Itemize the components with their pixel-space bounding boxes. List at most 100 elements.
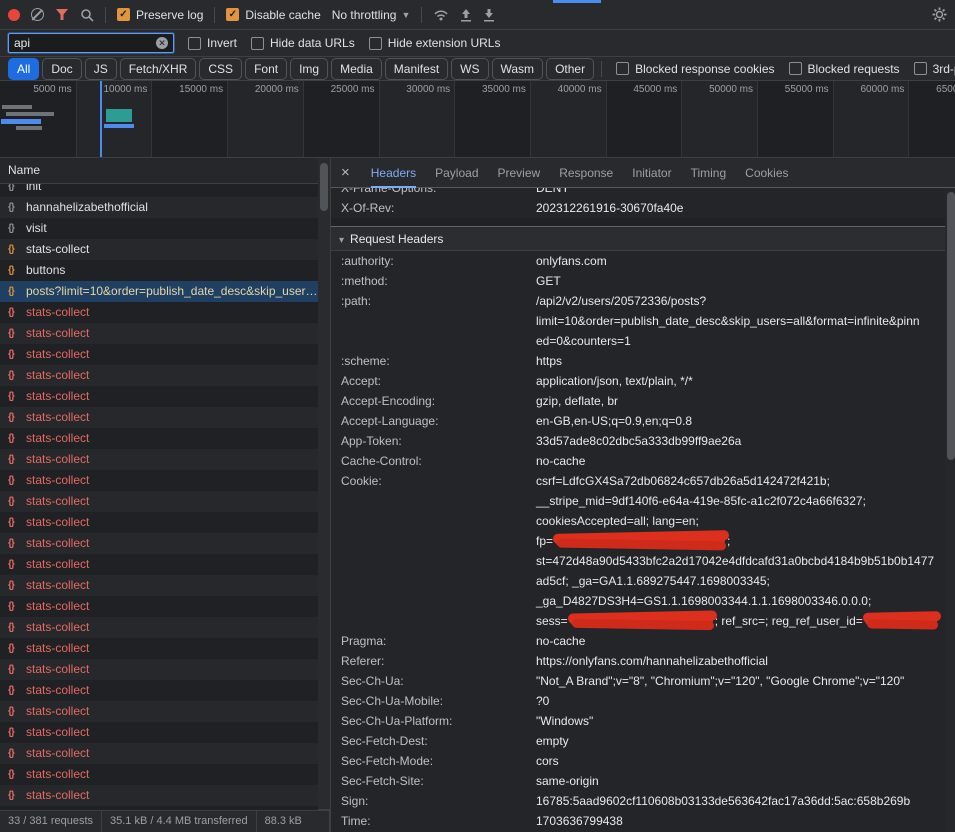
disable-cache-checkbox[interactable]: Disable cache	[226, 8, 320, 22]
clear-filter-icon[interactable]: ✕	[156, 37, 168, 49]
settings-gear-icon[interactable]	[932, 7, 947, 22]
header-name: Time:	[341, 811, 536, 831]
type-chip-font[interactable]: Font	[245, 58, 287, 80]
checkbox-blocked-response-cookies[interactable]: Blocked response cookies	[616, 62, 774, 76]
redacted-scribble	[555, 535, 725, 546]
detail-tab-preview[interactable]: Preview	[498, 158, 541, 188]
detail-tab-initiator[interactable]: Initiator	[632, 158, 671, 188]
request-row-stats-collect[interactable]: {}stats-collect	[0, 575, 318, 596]
request-row-stats-collect[interactable]: {}stats-collect	[0, 449, 318, 470]
timeline-tick-label: 35000 ms	[458, 84, 526, 95]
hide-extension-urls-checkbox[interactable]: Hide extension URLs	[369, 36, 501, 50]
header-value-text: fp=	[536, 534, 553, 548]
request-row-stats-collect[interactable]: {}stats-collect	[0, 323, 318, 344]
checkbox-3rd-party-requests[interactable]: 3rd-party requests	[914, 62, 955, 76]
script-file-icon: {}	[8, 554, 14, 575]
detail-tab-response[interactable]: Response	[559, 158, 613, 188]
request-row-stats-collect[interactable]: {}stats-collect	[0, 533, 318, 554]
throttling-select[interactable]: No throttling ▼	[332, 8, 411, 22]
hide-data-urls-checkbox[interactable]: Hide data URLs	[251, 36, 355, 50]
header-value: /api2/v2/users/20572336/posts?limit=10&o…	[536, 291, 945, 351]
request-row-buttons[interactable]: {}buttons	[0, 260, 318, 281]
request-row-stats-collect[interactable]: {}stats-collect	[0, 680, 318, 701]
type-chip-doc[interactable]: Doc	[42, 58, 81, 80]
request-row-stats-collect[interactable]: {}stats-collect	[0, 743, 318, 764]
toolbar-separator	[601, 61, 602, 77]
request-row-stats-collect[interactable]: {}stats-collect	[0, 470, 318, 491]
request-row-stats-collect[interactable]: {}stats-collect	[0, 407, 318, 428]
request-row-stats-collect[interactable]: {}stats-collect	[0, 764, 318, 785]
network-overview-timeline[interactable]: 5000 ms10000 ms15000 ms20000 ms25000 ms3…	[0, 81, 955, 158]
type-chip-manifest[interactable]: Manifest	[385, 58, 448, 80]
request-row-stats-collect[interactable]: {}stats-collect	[0, 428, 318, 449]
checkbox-unchecked-icon	[251, 37, 264, 50]
import-har-icon[interactable]	[460, 8, 472, 22]
type-chip-other[interactable]: Other	[546, 58, 594, 80]
request-row-stats-collect[interactable]: {}stats-collect	[0, 638, 318, 659]
request-row-stats-collect[interactable]: {}stats-collect	[0, 785, 318, 806]
type-chip-wasm[interactable]: Wasm	[492, 58, 544, 80]
header-value: same-origin	[536, 771, 945, 791]
scrollbar-thumb[interactable]	[320, 163, 328, 211]
export-har-icon[interactable]	[483, 8, 495, 22]
detail-tab-cookies[interactable]: Cookies	[745, 158, 788, 188]
detail-tab-timing[interactable]: Timing	[691, 158, 727, 188]
type-chip-all[interactable]: All	[8, 58, 39, 80]
header-value-text: __stripe_mid=9df140f6-e64a-419e-85fc-a1c…	[536, 494, 866, 508]
type-chip-ws[interactable]: WS	[451, 58, 488, 80]
request-row-init[interactable]: {}init	[0, 184, 318, 197]
request-name: stats-collect	[26, 683, 89, 697]
request-row-stats-collect[interactable]: {}stats-collect	[0, 302, 318, 323]
clear-network-log-button[interactable]	[31, 8, 44, 21]
header-name: :authority:	[341, 251, 536, 271]
checkbox-blocked-requests[interactable]: Blocked requests	[789, 62, 900, 76]
request-row-stats-collect[interactable]: {}stats-collect	[0, 365, 318, 386]
filter-input-value: api	[14, 36, 151, 50]
name-column-header[interactable]: Name	[0, 158, 330, 184]
detail-tab-headers[interactable]: Headers	[371, 158, 416, 188]
request-row-stats-collect[interactable]: {}stats-collect	[0, 659, 318, 680]
request-row-stats-collect[interactable]: {}stats-collect	[0, 701, 318, 722]
request-row-stats-collect[interactable]: {}stats-collect	[0, 386, 318, 407]
type-chip-js[interactable]: JS	[85, 58, 117, 80]
details-scrollbar[interactable]	[945, 188, 955, 832]
preserve-log-checkbox[interactable]: Preserve log	[117, 8, 203, 22]
network-conditions-icon[interactable]	[433, 9, 449, 21]
type-chip-img[interactable]: Img	[290, 58, 328, 80]
header-row: Cookie:csrf=LdfcGX4Sa72db06824c657db26a5…	[331, 471, 945, 631]
request-row-hannahelizabethofficial[interactable]: {}hannahelizabethofficial	[0, 197, 318, 218]
scrollbar-thumb[interactable]	[947, 192, 955, 460]
request-row-visit[interactable]: {}visit	[0, 218, 318, 239]
type-chip-fetch-xhr[interactable]: Fetch/XHR	[120, 58, 197, 80]
header-value: en-GB,en-US;q=0.9,en;q=0.8	[536, 411, 945, 431]
request-row-posts-limit-10-order-publish-date-desc-s[interactable]: {}posts?limit=10&order=publish_date_desc…	[0, 281, 318, 302]
filter-icon[interactable]	[55, 8, 69, 21]
type-chip-media[interactable]: Media	[331, 58, 382, 80]
request-row-stats-collect[interactable]: {}stats-collect	[0, 239, 318, 260]
request-row-stats-collect[interactable]: {}stats-collect	[0, 491, 318, 512]
request-row-stats-collect[interactable]: {}stats-collect	[0, 722, 318, 743]
toolbar-separator	[105, 7, 106, 23]
request-headers-section-header[interactable]: ▾Request Headers	[331, 226, 945, 251]
request-row-stats-collect[interactable]: {}stats-collect	[0, 512, 318, 533]
header-value-text: cookiesAccepted=all; lang=en;	[536, 514, 699, 528]
request-list-scrollbar[interactable]	[318, 158, 330, 810]
type-chip-css[interactable]: CSS	[199, 58, 242, 80]
record-button[interactable]	[8, 9, 20, 21]
request-row-stats-collect[interactable]: {}stats-collect	[0, 344, 318, 365]
request-row-stats-collect[interactable]: {}stats-collect	[0, 617, 318, 638]
filter-input[interactable]: api ✕	[8, 33, 174, 53]
close-icon[interactable]: ×	[341, 165, 350, 180]
invert-checkbox[interactable]: Invert	[188, 36, 237, 50]
header-value-text: "Not_A Brand";v="8", "Chromium";v="120",…	[536, 674, 904, 688]
request-name: stats-collect	[26, 410, 89, 424]
detail-tab-payload[interactable]: Payload	[435, 158, 478, 188]
search-icon[interactable]	[80, 8, 94, 22]
header-row: Pragma:no-cache	[331, 631, 945, 651]
request-row-stats-collect[interactable]: {} stats-collect	[0, 554, 318, 575]
request-name: stats-collect	[26, 557, 89, 571]
request-row-stats-collect[interactable]: {}stats-collect	[0, 596, 318, 617]
header-value-text: /api2/v2/users/20572336/posts?	[536, 294, 706, 308]
request-name: stats-collect	[26, 662, 89, 676]
header-value-text: cors	[536, 754, 559, 768]
